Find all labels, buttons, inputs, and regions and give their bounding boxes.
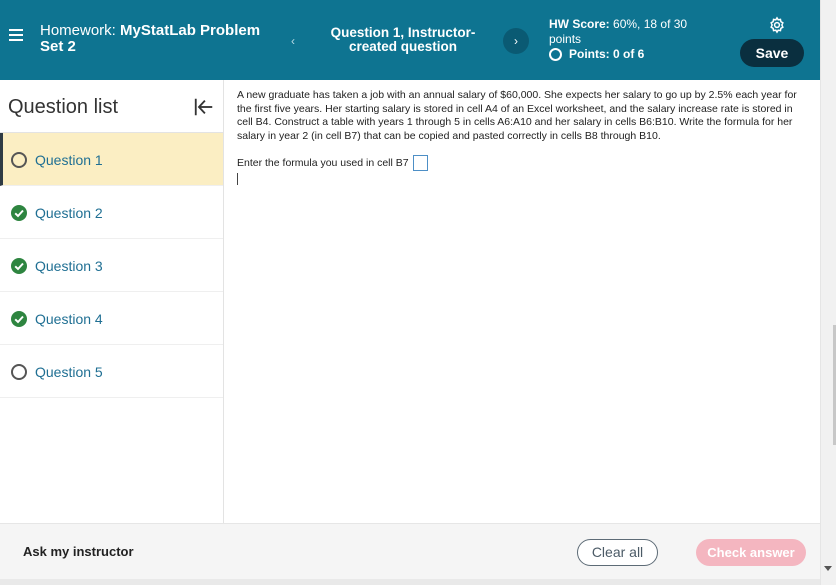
question-list-item-5[interactable]: Question 5	[0, 345, 223, 398]
question-item-label: Question 3	[35, 258, 103, 274]
question-item-label: Question 4	[35, 311, 103, 327]
homework-title-prefix: Homework:	[40, 22, 116, 39]
answer-prompt-row: Enter the formula you used in cell B7	[237, 155, 428, 171]
settings-gear-icon[interactable]	[768, 16, 786, 34]
question-item-label: Question 2	[35, 205, 103, 221]
previous-question-button[interactable]: ‹	[280, 28, 306, 54]
hw-score-label: HW Score:	[549, 17, 610, 31]
question-item-label: Question 1	[35, 152, 103, 168]
question-item-label: Question 5	[35, 364, 103, 380]
correct-check-icon	[11, 258, 27, 274]
question-list-sidebar: Question list Question 1 Question 2 Ques…	[0, 80, 224, 523]
question-title: Question 1, Instructor-created question	[330, 25, 476, 54]
chevron-left-icon: ‹	[291, 34, 295, 48]
unanswered-circle-icon	[11, 364, 27, 380]
question-list-item-3[interactable]: Question 3	[0, 239, 223, 292]
app-window: Homework: MyStatLab Problem Set 2 ‹ Ques…	[0, 0, 836, 585]
question-list-item-4[interactable]: Question 4	[0, 292, 223, 345]
points-status-icon	[549, 47, 562, 61]
scroll-down-arrow-icon[interactable]	[824, 566, 832, 571]
homework-title: Homework: MyStatLab Problem Set 2	[40, 23, 280, 55]
answer-prompt: Enter the formula you used in cell B7	[237, 157, 409, 169]
question-list-title: Question list	[8, 96, 119, 118]
question-text: A new graduate has taken a job with an a…	[237, 89, 797, 142]
check-answer-button[interactable]: Check answer	[696, 539, 806, 566]
question-list-item-1[interactable]: Question 1	[0, 133, 223, 186]
bottom-strip	[0, 579, 820, 585]
answer-input-box[interactable]	[412, 155, 428, 171]
ask-instructor-link[interactable]: Ask my instructor	[23, 544, 134, 559]
correct-check-icon	[11, 311, 27, 327]
vertical-scrollbar[interactable]	[820, 0, 836, 585]
save-button[interactable]: Save	[740, 39, 804, 67]
unanswered-circle-icon	[11, 152, 27, 168]
hamburger-menu-icon[interactable]	[9, 29, 23, 43]
points-indicator: Points: 0 of 6	[549, 47, 644, 61]
footer-bar: Ask my instructor Clear all Check answer	[0, 523, 820, 579]
chevron-right-icon: ›	[514, 34, 518, 48]
question-list-header: Question list	[0, 80, 223, 133]
question-list-item-2[interactable]: Question 2	[0, 186, 223, 239]
clear-all-button[interactable]: Clear all	[577, 539, 658, 566]
correct-check-icon	[11, 205, 27, 221]
points-text: Points: 0 of 6	[569, 47, 645, 61]
hw-score: HW Score: 60%, 18 of 30 points	[549, 17, 719, 47]
text-cursor	[237, 173, 238, 185]
header-bar: Homework: MyStatLab Problem Set 2 ‹ Ques…	[0, 0, 820, 80]
collapse-sidebar-icon[interactable]	[193, 96, 215, 118]
next-question-button[interactable]: ›	[503, 28, 529, 54]
